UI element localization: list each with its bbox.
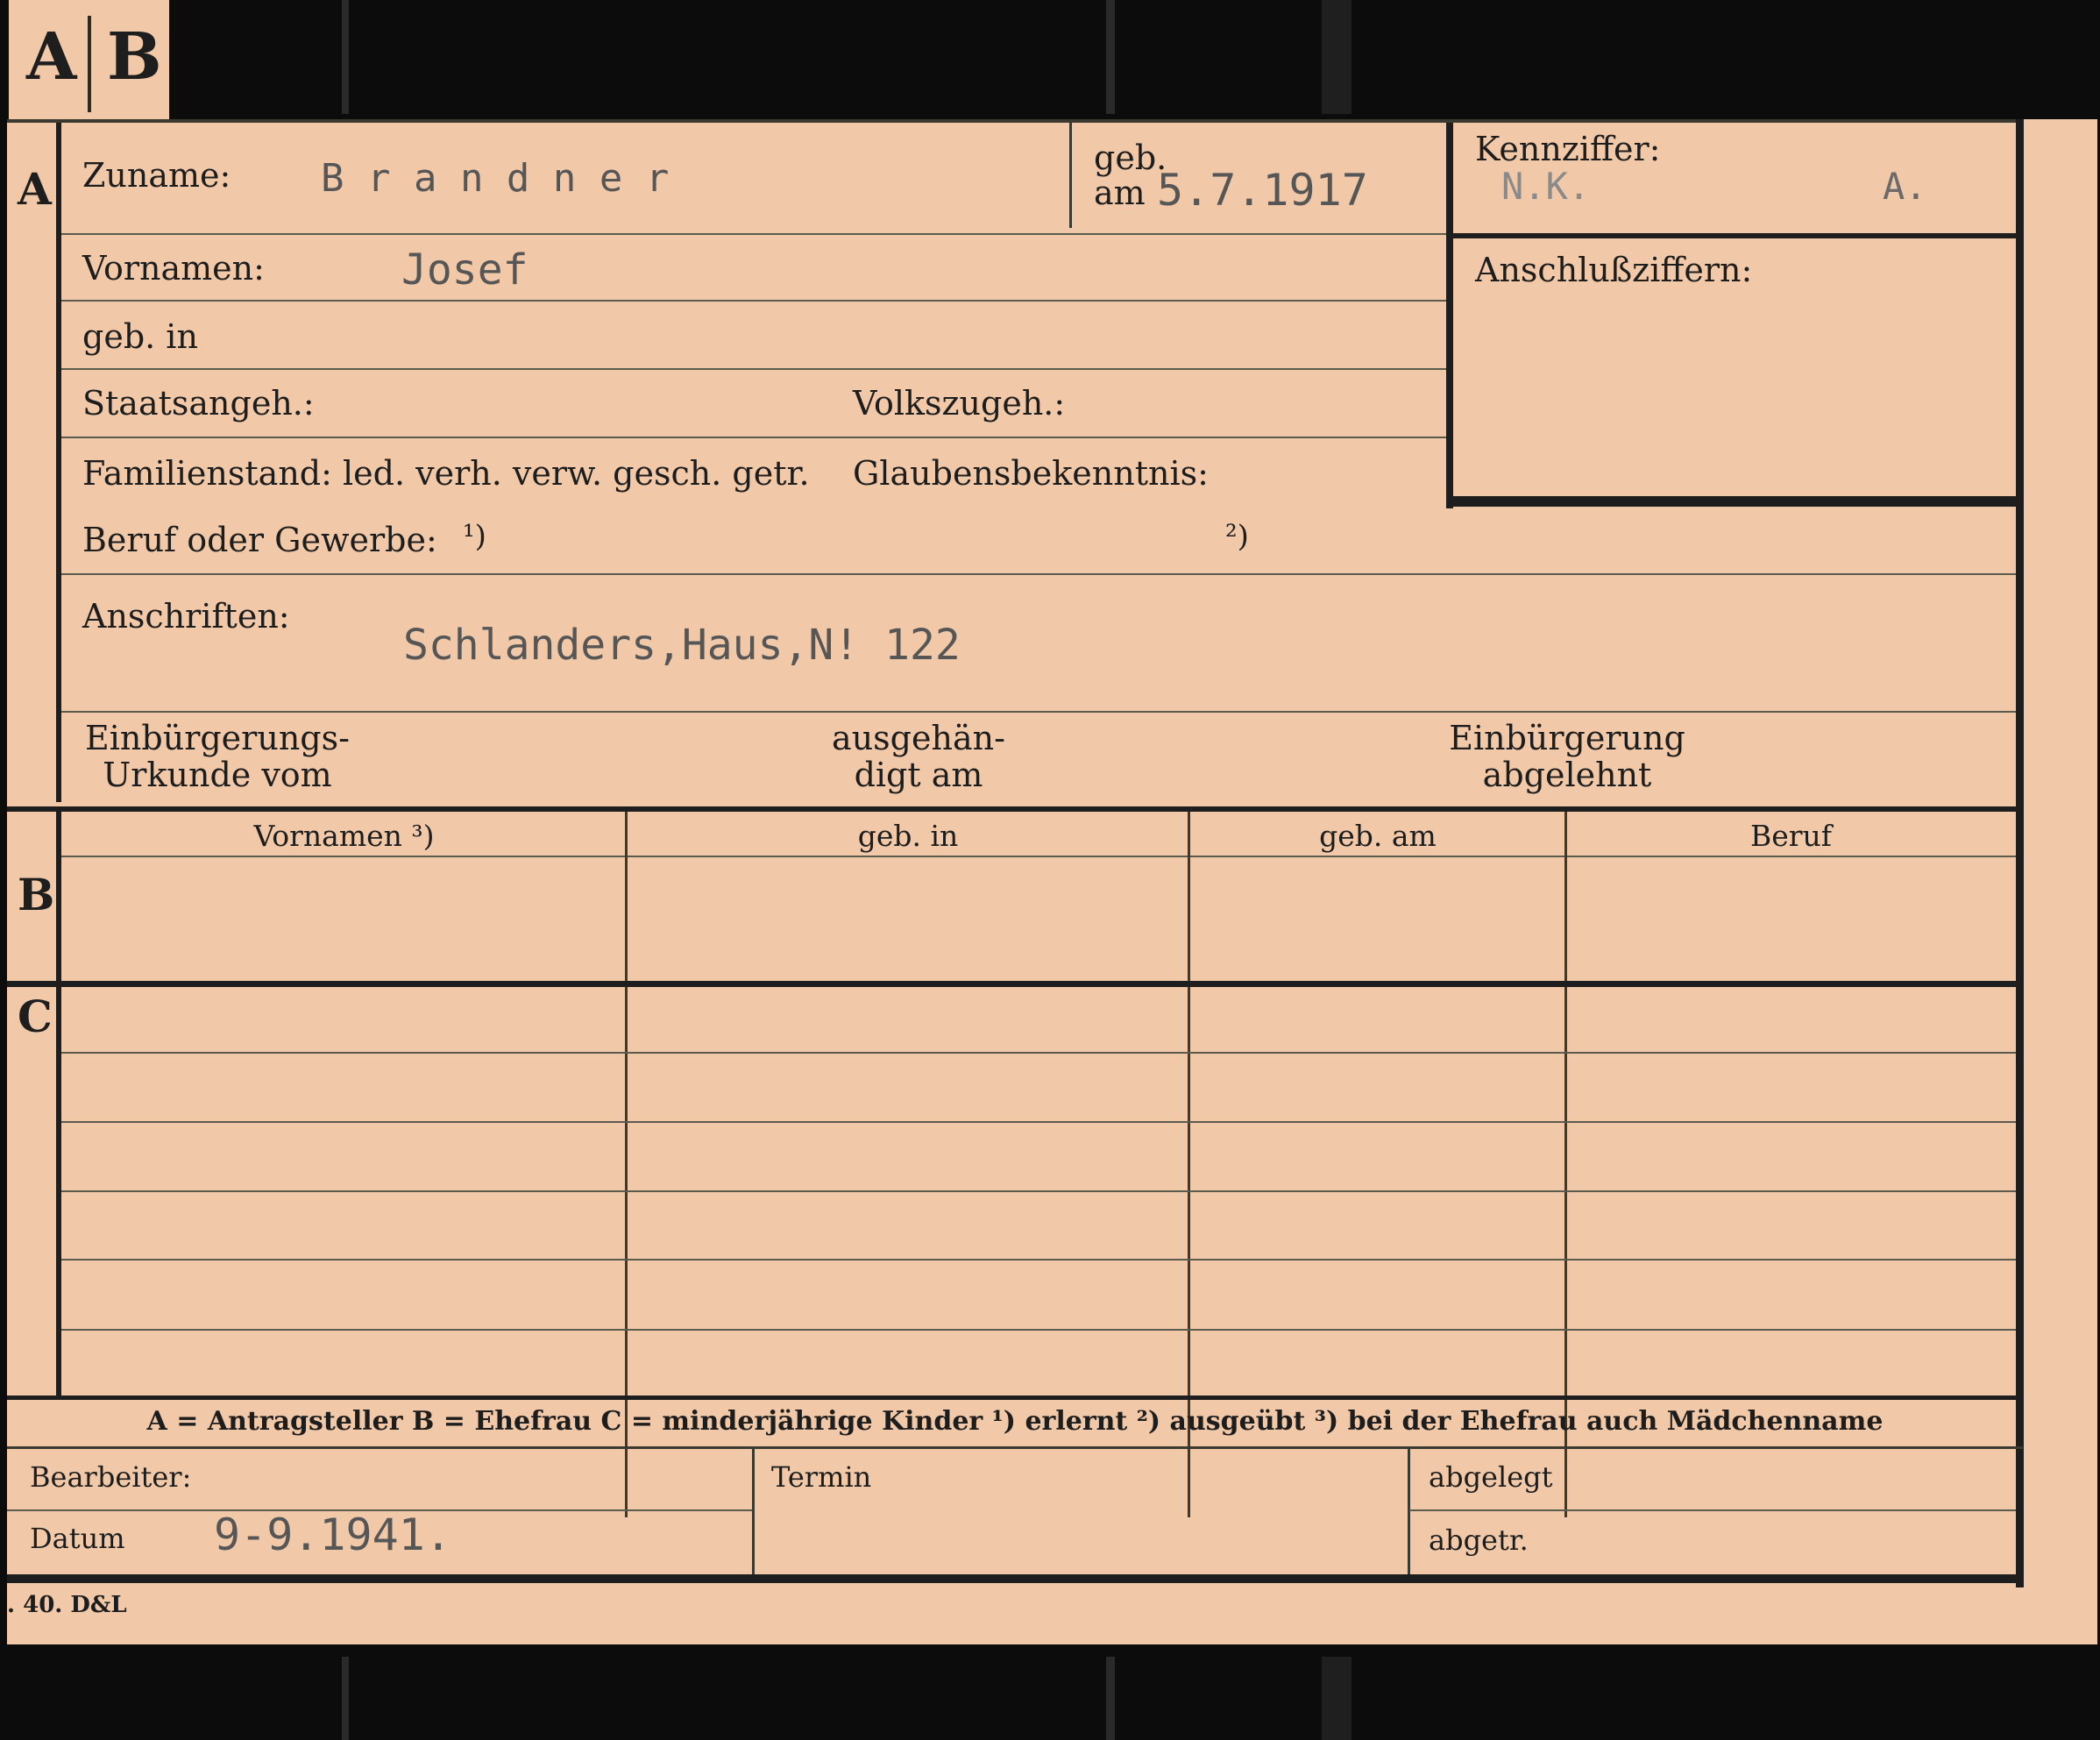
ausgehaendigt-line-2: digt am — [854, 756, 983, 794]
row-line — [61, 300, 1446, 302]
kennziffer-value-1: N.K. — [1501, 165, 1591, 208]
section-letter-c: C — [18, 991, 53, 1042]
section-bc-rail — [56, 812, 61, 1396]
kennziffer-label: Kennziffer: — [1475, 130, 1661, 168]
section-letter-a: A — [18, 163, 52, 215]
tab-divider — [88, 16, 91, 112]
mount-stripe — [342, 0, 349, 114]
vornamen-label: Vornamen: — [82, 249, 265, 288]
einbuergerung-line-2: abgelehnt — [1482, 756, 1652, 794]
einbuergerungs-line-1: Einbürgerungs- — [85, 719, 350, 757]
geb-label: geb. — [1094, 138, 1167, 177]
kennziffer-value-2: A. — [1883, 165, 1927, 208]
registration-card: A B C Zuname: B r a n d n e r geb. am 5.… — [7, 119, 2097, 1644]
am-label: am — [1094, 174, 1146, 212]
geb-divider — [1069, 123, 1072, 228]
legend-bottom-line — [7, 1446, 2023, 1449]
einbuergerung-abgelehnt-label: Einbürgerung abgelehnt — [1427, 720, 1707, 793]
ausgehaendigt-line-1: ausgehän- — [832, 719, 1005, 757]
right-border — [2016, 119, 2024, 1587]
bottom-border — [7, 1574, 2024, 1583]
top-border — [7, 119, 2023, 123]
section-a-bottom — [7, 806, 2023, 812]
anschriften-value: Schlanders,Haus,N! 122 — [403, 621, 961, 670]
datum-value: 9-9.1941. — [214, 1509, 451, 1560]
abgelegt-line — [1409, 1509, 2016, 1511]
section-letter-b: B — [18, 869, 55, 920]
termin-label: Termin — [771, 1460, 872, 1494]
mount-stripe — [342, 1657, 349, 1740]
table-row — [61, 1121, 2016, 1123]
table-header-geb-am: geb. am — [1319, 819, 1437, 853]
section-b-bottom — [7, 981, 2023, 987]
section-c-bottom — [7, 1396, 2023, 1400]
table-header-vornamen: Vornamen ³) — [253, 819, 435, 853]
bottom-divider — [1408, 1449, 1410, 1574]
volkszugeh-label: Volkszugeh.: — [853, 384, 1066, 423]
geb-in-label: geb. in — [82, 317, 198, 356]
anschriften-label: Anschriften: — [82, 597, 290, 636]
row-line — [61, 573, 2016, 575]
mount-stripe — [1322, 0, 1352, 114]
beruf-label: Beruf oder Gewerbe: — [82, 521, 437, 559]
bearbeiter-label: Bearbeiter: — [30, 1460, 192, 1494]
row-line — [61, 233, 1446, 235]
beruf-note-1: ¹) — [463, 519, 486, 554]
table-row — [61, 1259, 2016, 1261]
table-row — [61, 1329, 2016, 1331]
abgetr-label: abgetr. — [1429, 1523, 1529, 1557]
kennziffer-box-left — [1446, 123, 1453, 508]
table-row — [61, 1190, 2016, 1192]
print-mark: . 40. D&L — [7, 1592, 127, 1618]
staatsangeh-label: Staatsangeh.: — [82, 384, 315, 423]
ausgehaendigt-label: ausgehän- digt am — [796, 720, 1041, 793]
table-header-line — [61, 856, 2016, 857]
table-header-geb-in: geb. in — [857, 819, 959, 853]
einbuergerungs-line-2: Urkunde vom — [103, 756, 332, 794]
tab-letter-a: A — [26, 19, 77, 95]
legend: A = Antragsteller B = Ehefrau C = minder… — [146, 1406, 1884, 1437]
row-line — [61, 711, 2016, 713]
row-line — [61, 368, 1446, 370]
abgelegt-label: abgelegt — [1429, 1460, 1553, 1494]
datum-label: Datum — [30, 1522, 125, 1555]
table-row — [61, 1052, 2016, 1054]
section-a-rail — [56, 123, 61, 802]
anschlussziffern-label: Anschlußziffern: — [1475, 251, 1753, 289]
kennziffer-divider — [1453, 233, 2018, 238]
tab-letter-b: B — [107, 19, 162, 95]
beruf-note-2: ²) — [1225, 519, 1249, 554]
einbuergerungs-urkunde-label: Einbürgerungs- Urkunde vom — [77, 720, 358, 793]
mount-stripe — [1322, 1657, 1352, 1740]
table-header-beruf: Beruf — [1749, 819, 1833, 853]
zuname-label: Zuname: — [82, 156, 231, 195]
bottom-divider — [752, 1449, 755, 1574]
familienstand-label: Familienstand: led. verh. verw. gesch. g… — [82, 454, 810, 493]
kennziffer-box-bottom — [1453, 496, 2018, 507]
glaubensbekenntnis-label: Glaubensbekenntnis: — [853, 454, 1209, 493]
index-tab: A B — [9, 0, 169, 119]
vornamen-value: Josef — [401, 245, 529, 295]
row-line — [61, 437, 1446, 438]
mount-stripe — [1106, 1657, 1115, 1740]
einbuergerung-line-1: Einbürgerung — [1449, 719, 1685, 757]
mount-stripe — [1106, 0, 1115, 114]
geb-am-value: 5.7.1917 — [1157, 165, 1368, 216]
zuname-value: B r a n d n e r — [321, 156, 670, 201]
